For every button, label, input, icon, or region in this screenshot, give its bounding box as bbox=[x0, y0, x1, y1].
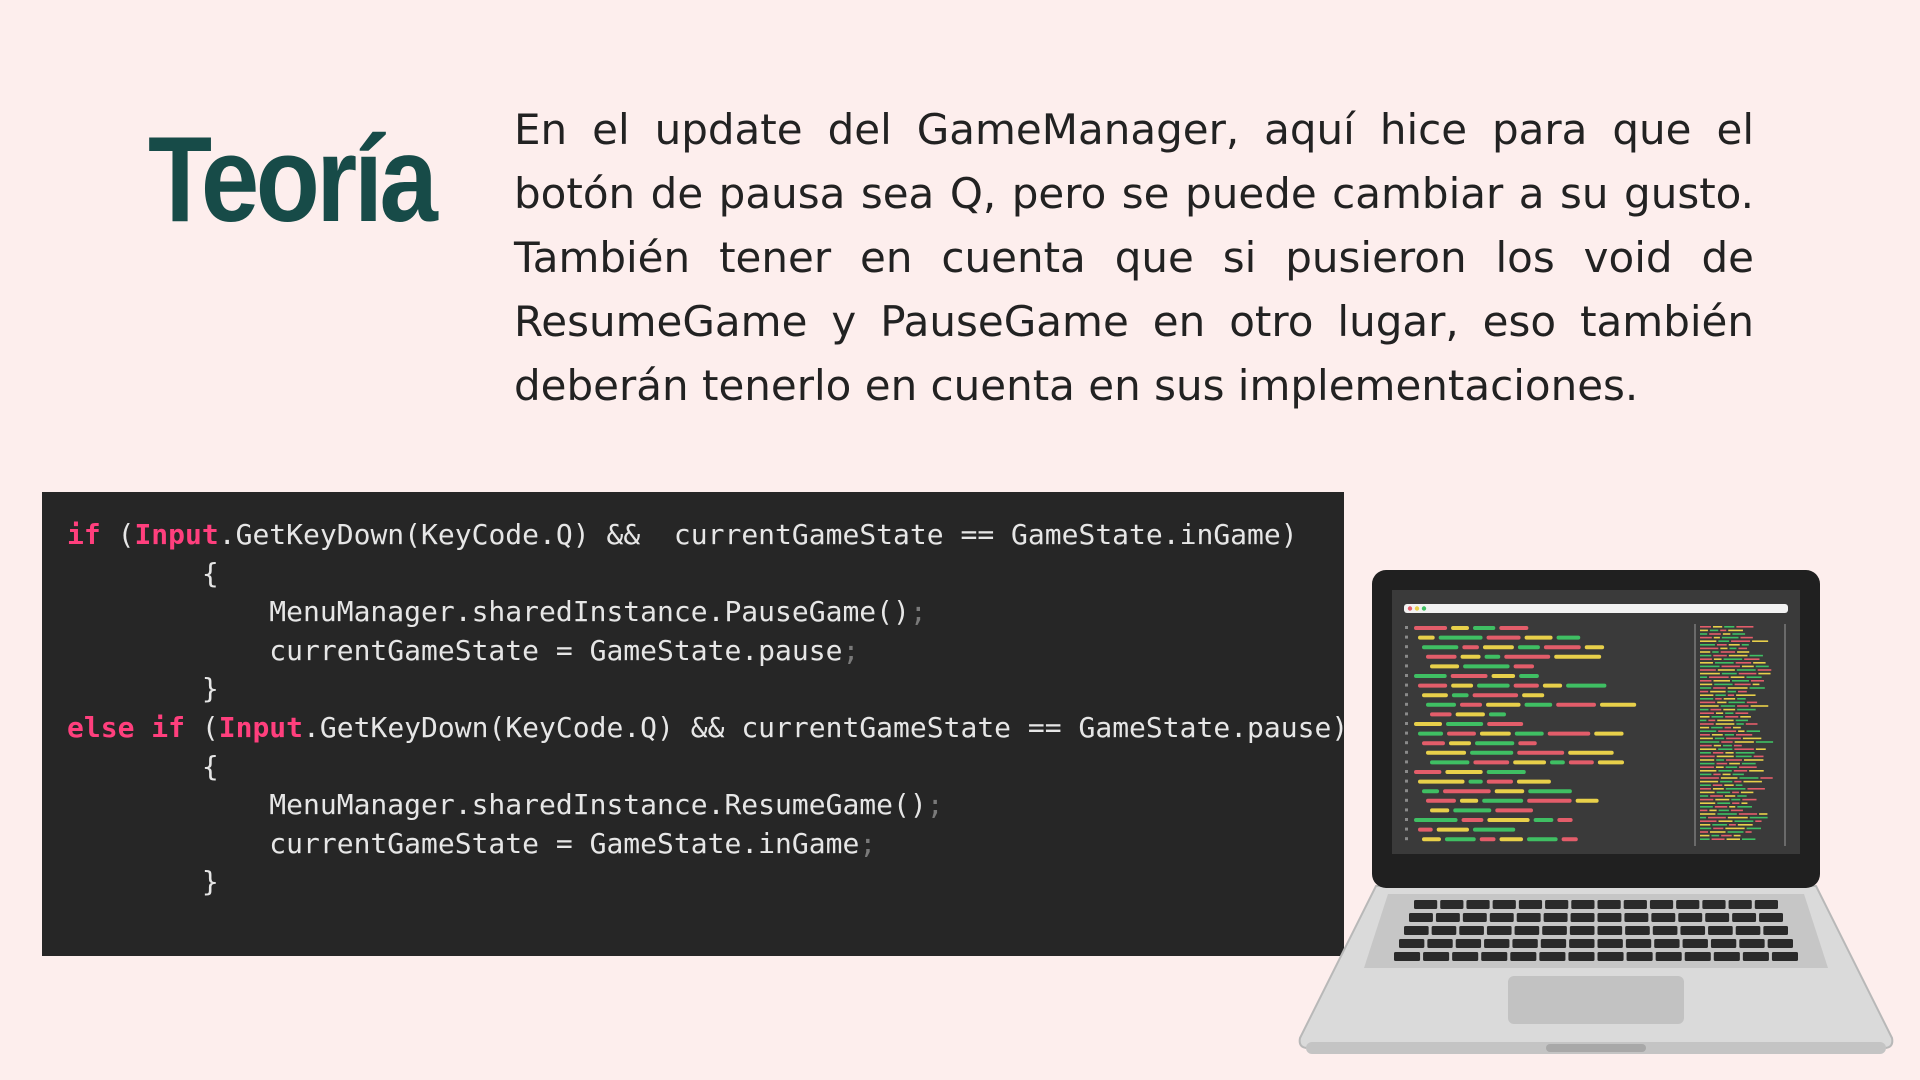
code-semicolon: ; bbox=[859, 826, 877, 860]
keyword-else-if: else if bbox=[67, 710, 186, 744]
code-text: .GetKeyDown(KeyCode.Q) && currentGameSta… bbox=[303, 710, 1344, 744]
code-text: currentGameState = GameState.pause bbox=[67, 633, 843, 667]
code-text: ( bbox=[185, 710, 219, 744]
keyword-if: if bbox=[67, 518, 101, 551]
slide-title: Teoría bbox=[148, 111, 438, 247]
code-text: ( bbox=[100, 518, 135, 551]
code-semicolon: ; bbox=[842, 633, 860, 667]
code-brace: { bbox=[67, 556, 219, 590]
class-input: Input bbox=[134, 518, 219, 551]
code-brace: } bbox=[67, 865, 219, 899]
code-brace: { bbox=[67, 749, 219, 783]
code-snippet: if (Input.GetKeyDown(KeyCode.Q) && curre… bbox=[42, 492, 1344, 956]
code-block: if (Input.GetKeyDown(KeyCode.Q) && curre… bbox=[67, 516, 1344, 902]
code-text: MenuManager.sharedInstance.PauseGame() bbox=[67, 595, 910, 629]
class-input: Input bbox=[218, 710, 304, 744]
code-text: currentGameState = GameState.inGame bbox=[67, 826, 860, 860]
code-brace: } bbox=[67, 672, 219, 706]
code-text: .GetKeyDown(KeyCode.Q) && currentGameSta… bbox=[218, 518, 1298, 551]
laptop-illustration bbox=[1298, 570, 1894, 1054]
code-semicolon: ; bbox=[909, 595, 927, 629]
explanation-paragraph: En el update del GameManager, aquí hice … bbox=[514, 105, 1754, 410]
code-text: MenuManager.sharedInstance.ResumeGame() bbox=[67, 788, 927, 822]
code-semicolon: ; bbox=[926, 788, 944, 822]
